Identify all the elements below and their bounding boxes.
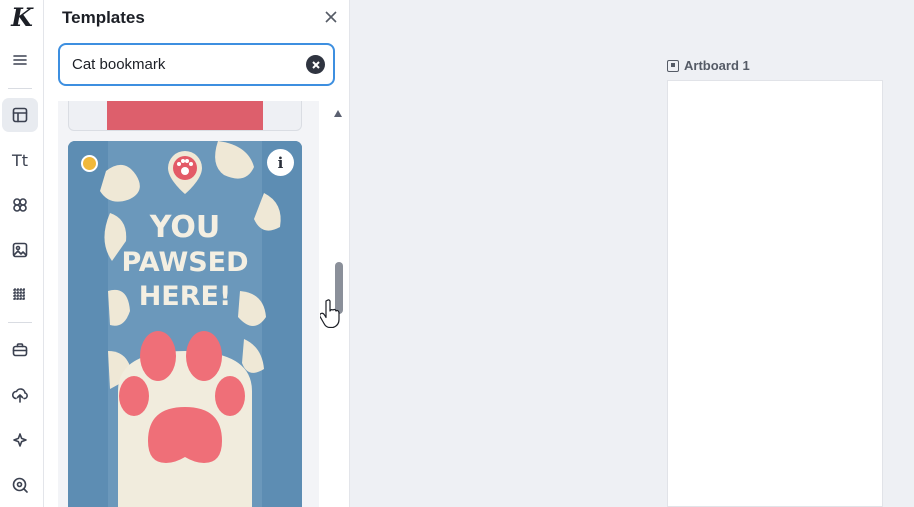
design-canvas[interactable]: Artboard 1 [350,0,914,507]
scroll-up-arrow-icon[interactable] [334,110,342,117]
rail-divider [8,88,32,89]
photos-icon[interactable] [2,233,38,267]
headline-line-1: YOU [149,210,221,245]
artboard-name: Artboard 1 [684,58,750,73]
app-window: K Tt Templates Cat bookmark YOU PAWSED H… [0,0,914,507]
hamburger-menu-icon[interactable] [2,43,38,77]
artboard-icon [667,59,679,72]
info-icon[interactable]: i [267,149,294,176]
template-preview [107,101,263,130]
template-preview: YOU PAWSED HERE! [68,141,302,507]
zoom-search-icon[interactable] [2,468,38,502]
briefcase-icon[interactable] [2,333,38,367]
premium-crown-icon [81,155,98,172]
template-thumbnail[interactable] [68,101,302,131]
headline-line-2: PAWSED [121,247,248,278]
hand-cursor-icon [320,299,340,328]
search-box [58,43,335,86]
search-input[interactable] [72,45,297,84]
text-icon[interactable]: Tt [2,143,38,177]
app-logo[interactable]: K [7,4,37,32]
upload-cloud-icon[interactable] [2,378,38,412]
pattern-grid-icon[interactable] [2,278,38,312]
artboard-label[interactable]: Artboard 1 [667,58,750,73]
panel-title: Templates [62,8,145,27]
artboard[interactable] [667,80,883,507]
elements-icon[interactable] [2,188,38,222]
templates-panel: Templates Cat bookmark YOU PAWSED HERE! … [44,0,350,507]
clear-search-icon[interactable] [306,55,325,74]
tool-rail: K Tt [0,0,44,507]
magic-sparkle-icon[interactable] [2,423,38,457]
headline-line-3: HERE! [139,281,232,312]
rail-divider [8,322,32,323]
template-thumbnail[interactable]: YOU PAWSED HERE! i [68,141,302,507]
template-results: YOU PAWSED HERE! i [58,101,319,507]
close-icon[interactable] [322,8,340,26]
templates-layout-icon[interactable] [2,98,38,132]
